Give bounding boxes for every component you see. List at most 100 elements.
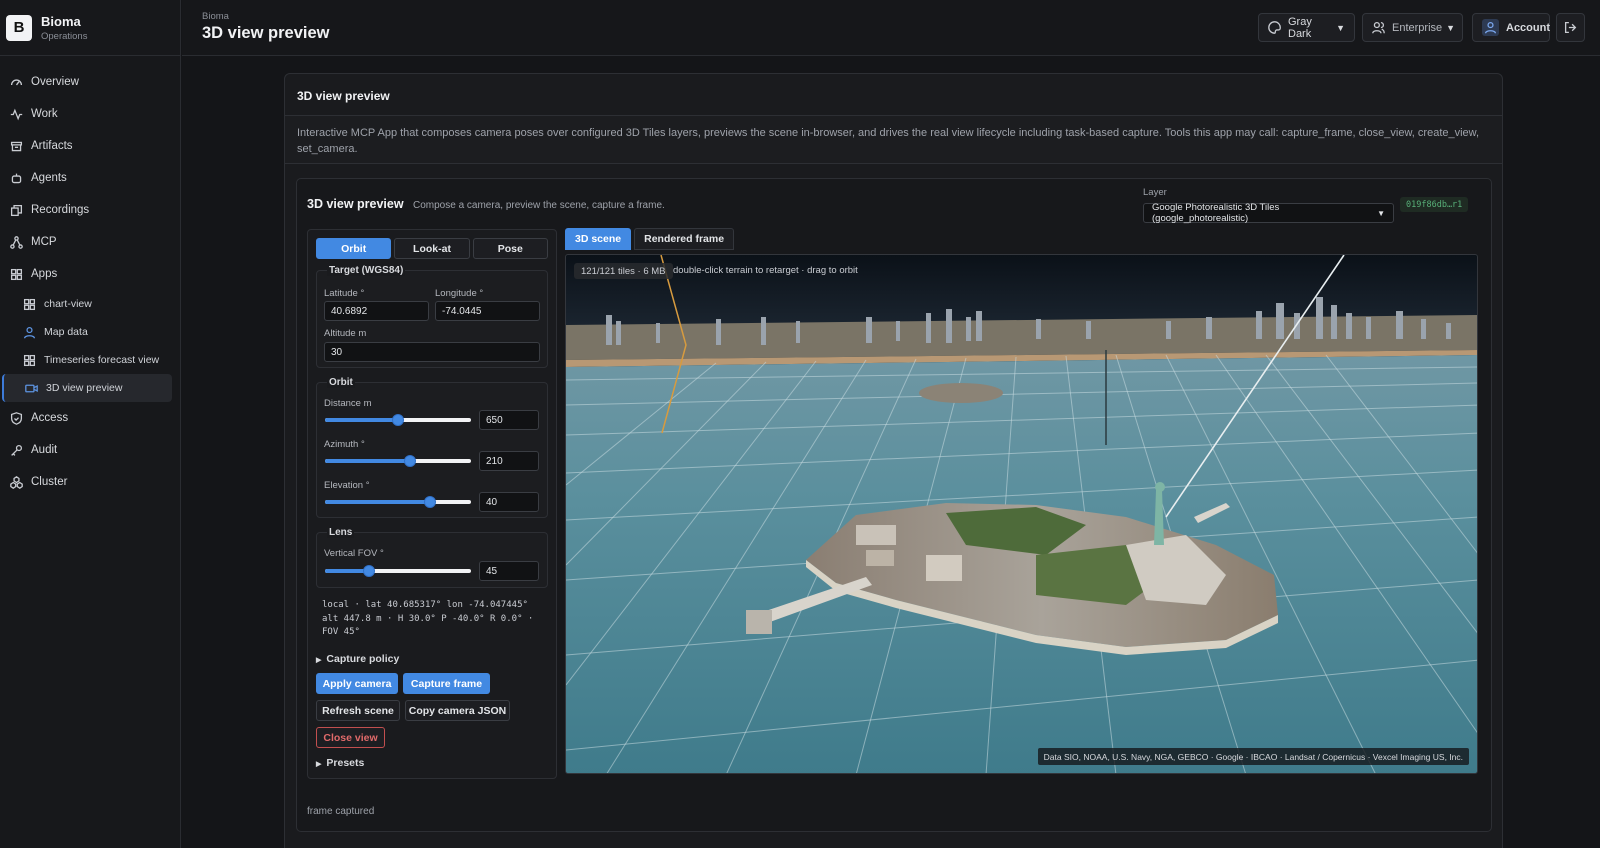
nav-item-label: Access: [31, 412, 69, 424]
activity-icon: [9, 107, 23, 121]
target-fieldset: Target (WGS84) Latitude ° 40.6892 Longit…: [316, 265, 548, 368]
nav-item-audit[interactable]: Audit: [0, 434, 180, 466]
pose-summary: local · lat 40.685317° lon -74.047445° a…: [322, 600, 534, 637]
nav-item-cluster[interactable]: Cluster: [0, 466, 180, 498]
nav-sub-chart-view[interactable]: chart-view: [0, 290, 172, 318]
lens-legend: Lens: [327, 527, 355, 538]
orbit-fieldset: Orbit Distance m 650 Azimuth ° 210 Eleva…: [316, 377, 548, 518]
scene-viewport[interactable]: 121/121 tiles · 6 MB double-click terrai…: [565, 254, 1478, 774]
bot-icon: [9, 171, 23, 185]
nav-item-agents[interactable]: Agents: [0, 162, 180, 194]
slider-thumb[interactable]: [392, 414, 404, 426]
nav-item-apps[interactable]: Apps: [0, 258, 180, 290]
camera-icon: [24, 381, 38, 395]
nav-sub-3d-view-preview[interactable]: 3D view preview: [2, 374, 172, 402]
header: Bioma 3D view preview Gray Dark ▼ Enterp…: [182, 0, 1600, 56]
chevron-down-icon: ▼: [1377, 208, 1385, 218]
distance-input[interactable]: 650: [479, 410, 539, 430]
card-title: 3D view preview: [285, 74, 1502, 116]
nav-sub-map-data[interactable]: Map data: [0, 318, 172, 346]
nav-item-access[interactable]: Access: [0, 402, 180, 434]
mode-segmented: Orbit Look-at Pose: [316, 238, 548, 259]
nav-item-label: Recordings: [31, 204, 90, 216]
theme-label: Gray Dark: [1288, 15, 1312, 40]
nav-item-label: Cluster: [31, 476, 68, 488]
lens-fieldset: Lens Vertical FOV ° 45: [316, 527, 548, 588]
archive-icon: [9, 139, 23, 153]
person-icon: [22, 325, 36, 339]
elevation-label: Elevation °: [324, 480, 370, 491]
camera-controls: Orbit Look-at Pose Target (WGS84) Latitu…: [307, 229, 557, 779]
nav-sub-label: Timeseries forecast view: [44, 354, 160, 366]
nav-item-label: Work: [31, 108, 58, 120]
brand[interactable]: B Bioma Operations: [0, 0, 180, 56]
nav-sub-label: 3D view preview: [46, 382, 123, 394]
refresh-scene-button[interactable]: Refresh scene: [316, 700, 400, 721]
capture-frame-button[interactable]: Capture frame: [403, 673, 490, 694]
fov-slider[interactable]: [325, 564, 471, 578]
azimuth-label: Azimuth °: [324, 439, 365, 450]
mode-look-at[interactable]: Look-at: [394, 238, 470, 259]
tab-3d-scene[interactable]: 3D scene: [565, 228, 632, 250]
nav-sub-timeseries[interactable]: Timeseries forecast view: [0, 346, 172, 374]
capture-policy-toggle[interactable]: ▶ Capture policy: [316, 653, 399, 665]
nav-item-overview[interactable]: Overview: [0, 66, 180, 98]
nav-item-work[interactable]: Work: [0, 98, 180, 130]
elevation-slider[interactable]: [325, 495, 471, 509]
brand-subtitle: Operations: [41, 30, 88, 42]
view-id-badge: 019f86db…r1: [1400, 197, 1469, 212]
user-icon: [1482, 19, 1499, 36]
apply-camera-button[interactable]: Apply camera: [316, 673, 398, 694]
brand-logo: B: [6, 14, 32, 41]
capture-policy-label: Capture policy: [326, 653, 400, 665]
grid-icon: [22, 297, 36, 311]
cluster-icon: [9, 475, 23, 489]
chevron-down-icon: ▼: [1446, 22, 1456, 33]
latitude-label: Latitude °: [324, 288, 365, 299]
breadcrumb[interactable]: Bioma: [202, 11, 229, 22]
theme-select[interactable]: Gray Dark ▼: [1258, 13, 1355, 42]
mode-orbit[interactable]: Orbit: [316, 238, 392, 259]
copy-camera-json-button[interactable]: Copy camera JSON: [405, 700, 510, 721]
latitude-input[interactable]: 40.6892: [324, 301, 429, 321]
nav-sub-label: Map data: [44, 326, 88, 338]
status-message: frame captured: [307, 806, 375, 817]
layer-value: Google Photorealistic 3D Tiles (google_p…: [1152, 202, 1280, 224]
longitude-label: Longitude °: [435, 288, 484, 299]
card-description: Interactive MCP App that composes camera…: [285, 116, 1502, 164]
tenant-select[interactable]: Enterprise ▼: [1362, 13, 1463, 42]
layer-select[interactable]: Google Photorealistic 3D Tiles (google_p…: [1143, 202, 1394, 224]
target-legend: Target (WGS84): [327, 265, 406, 276]
close-view-button[interactable]: Close view: [316, 727, 385, 748]
altitude-input[interactable]: 30: [324, 342, 540, 362]
account-button[interactable]: Account: [1472, 13, 1550, 42]
nav-item-artifacts[interactable]: Artifacts: [0, 130, 180, 162]
nav-item-recordings[interactable]: Recordings: [0, 194, 180, 226]
tenant-label: Enterprise: [1392, 21, 1443, 34]
slider-thumb[interactable]: [424, 496, 437, 508]
grid-icon: [9, 267, 23, 281]
palette-icon: [1268, 21, 1281, 34]
elevation-input[interactable]: 40: [479, 492, 539, 512]
azimuth-input[interactable]: 210: [479, 451, 539, 471]
users-icon: [1372, 21, 1385, 34]
fov-input[interactable]: 45: [479, 561, 539, 581]
logout-icon: [1564, 21, 1577, 34]
azimuth-slider[interactable]: [325, 454, 471, 468]
scene-hint: double-click terrain to retarget · drag …: [673, 265, 858, 276]
distance-slider[interactable]: [325, 413, 471, 427]
key-icon: [9, 443, 23, 457]
mode-pose[interactable]: Pose: [472, 238, 548, 259]
presets-toggle[interactable]: ▶ Presets: [316, 757, 364, 769]
slider-thumb[interactable]: [362, 565, 375, 577]
logout-button[interactable]: [1556, 13, 1585, 42]
attribution: Data SIO, NOAA, U.S. Navy, NGA, GEBCO · …: [1037, 748, 1469, 765]
altitude-label: Altitude m: [324, 328, 367, 339]
tab-rendered-frame[interactable]: Rendered frame: [634, 228, 735, 250]
caret-right-icon: ▶: [316, 761, 322, 768]
nav-item-mcp[interactable]: MCP: [0, 226, 180, 258]
longitude-input[interactable]: -74.0445: [435, 301, 540, 321]
network-icon: [9, 235, 23, 249]
slider-thumb[interactable]: [403, 455, 416, 467]
account-label: Account: [1506, 21, 1550, 34]
